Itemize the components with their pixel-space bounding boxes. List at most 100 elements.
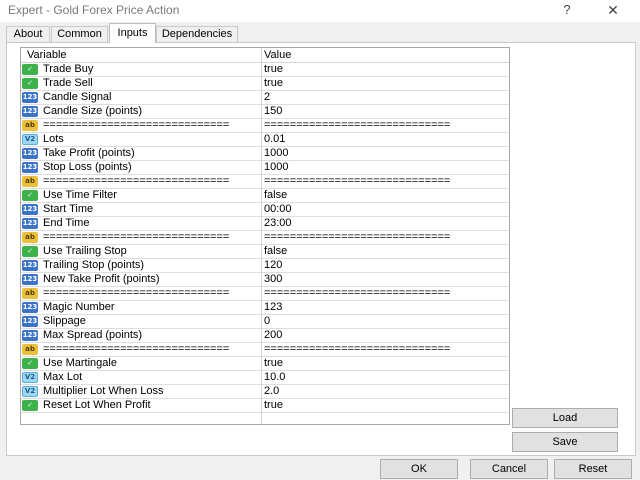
tab-inputs[interactable]: Inputs <box>109 23 156 43</box>
input-row[interactable]: ✓ Trade Sell true <box>21 77 509 91</box>
input-variable-name: End Time <box>43 217 90 229</box>
input-variable-name: Candle Size (points) <box>43 105 143 117</box>
input-value[interactable]: false <box>264 245 287 258</box>
input-value[interactable]: 0.01 <box>264 133 285 146</box>
cancel-button[interactable]: Cancel <box>470 459 548 479</box>
input-variable-name: Use Trailing Stop <box>43 245 127 257</box>
input-variable-name: New Take Profit (points) <box>43 273 160 285</box>
input-variable-name: ============================= <box>43 343 230 355</box>
input-row[interactable]: ab ============================= =========… <box>21 175 509 189</box>
title-bar: Expert - Gold Forex Price Action ? ✕ <box>0 0 640 22</box>
input-row[interactable]: ✓ Use Time Filter false <box>21 189 509 203</box>
input-row[interactable]: ✓ Trade Buy true <box>21 63 509 77</box>
bool-icon: ✓ <box>22 358 38 369</box>
input-row[interactable]: 123 Candle Signal 2 <box>21 91 509 105</box>
input-row[interactable]: V2 Lots 0.01 <box>21 133 509 147</box>
int-icon: 123 <box>22 162 38 173</box>
inputs-panel: Variable Value ✓ Trade Buy true ✓ Trade Sell… <box>6 42 636 456</box>
input-row[interactable]: 123 Slippage 0 <box>21 315 509 329</box>
input-variable-name: Candle Signal <box>43 91 112 103</box>
input-variable-name: ============================= <box>43 231 230 243</box>
tab-about[interactable]: About <box>6 26 50 42</box>
input-variable-name: Reset Lot When Profit <box>43 399 151 411</box>
input-row[interactable]: V2 Multiplier Lot When Loss 2.0 <box>21 385 509 399</box>
input-value[interactable]: true <box>264 63 283 76</box>
string-icon: ab <box>22 232 38 243</box>
input-row[interactable]: ab ============================= =========… <box>21 343 509 357</box>
input-variable-name: Lots <box>43 133 64 145</box>
input-value[interactable]: 00:00 <box>264 203 292 216</box>
input-value[interactable]: 2.0 <box>264 385 279 398</box>
input-row[interactable]: 123 Stop Loss (points) 1000 <box>21 161 509 175</box>
close-button[interactable]: ✕ <box>596 0 630 22</box>
input-value[interactable]: ============================= <box>264 231 450 244</box>
input-value[interactable]: 120 <box>264 259 282 272</box>
input-variable-name: Start Time <box>43 203 94 215</box>
string-icon: ab <box>22 176 38 187</box>
input-variable-name: ============================= <box>43 287 230 299</box>
tab-common[interactable]: Common <box>51 26 108 42</box>
input-row[interactable]: 123 Start Time 00:00 <box>21 203 509 217</box>
input-value[interactable]: true <box>264 399 283 412</box>
variable-column-header[interactable]: Variable <box>27 49 67 61</box>
input-variable-name: Max Lot <box>43 371 83 383</box>
string-icon: ab <box>22 288 38 299</box>
value-column-header[interactable]: Value <box>264 49 291 61</box>
input-value[interactable]: ============================= <box>264 343 450 356</box>
input-variable-name: ============================= <box>43 175 230 187</box>
tab-dependencies[interactable]: Dependencies <box>156 26 238 42</box>
input-row[interactable]: ✓ Reset Lot When Profit true <box>21 399 509 413</box>
input-value[interactable]: false <box>264 189 287 202</box>
input-value[interactable]: 200 <box>264 329 282 342</box>
input-value[interactable]: true <box>264 357 283 370</box>
input-row[interactable]: ab ============================= =========… <box>21 231 509 245</box>
input-row[interactable]: ab ============================= =========… <box>21 119 509 133</box>
input-value[interactable]: 2 <box>264 91 270 104</box>
input-row[interactable]: 123 Take Profit (points) 1000 <box>21 147 509 161</box>
input-value[interactable]: true <box>264 77 283 90</box>
input-variable-name: Magic Number <box>43 301 115 313</box>
int-icon: 123 <box>22 106 38 117</box>
ok-button[interactable]: OK <box>380 459 458 479</box>
input-value[interactable]: 300 <box>264 273 282 286</box>
input-variable-name: Take Profit (points) <box>43 147 135 159</box>
string-icon: ab <box>22 120 38 131</box>
int-icon: 123 <box>22 204 38 215</box>
input-value[interactable]: 123 <box>264 301 282 314</box>
input-value[interactable]: ============================= <box>264 175 450 188</box>
bool-icon: ✓ <box>22 246 38 257</box>
input-variable-name: Max Spread (points) <box>43 329 143 341</box>
help-button[interactable]: ? <box>550 0 584 22</box>
input-value[interactable]: 23:00 <box>264 217 292 230</box>
reset-button[interactable]: Reset <box>554 459 632 479</box>
string-icon: ab <box>22 344 38 355</box>
input-row[interactable]: 123 Trailing Stop (points) 120 <box>21 259 509 273</box>
save-button[interactable]: Save <box>512 432 618 452</box>
input-variable-name: Trailing Stop (points) <box>43 259 145 271</box>
input-variable-name: Stop Loss (points) <box>43 161 132 173</box>
input-value[interactable]: ============================= <box>264 119 450 132</box>
input-row[interactable]: 123 End Time 23:00 <box>21 217 509 231</box>
input-value[interactable]: ============================= <box>264 287 450 300</box>
input-row[interactable]: V2 Max Lot 10.0 <box>21 371 509 385</box>
input-row[interactable]: 123 Magic Number 123 <box>21 301 509 315</box>
input-value[interactable]: 150 <box>264 105 282 118</box>
input-value[interactable]: 1000 <box>264 161 288 174</box>
input-value[interactable]: 10.0 <box>264 371 285 384</box>
int-icon: 123 <box>22 330 38 341</box>
grid-rows: ✓ Trade Buy true ✓ Trade Sell true 123 Candle S… <box>21 63 509 413</box>
input-row[interactable]: ✓ Use Trailing Stop false <box>21 245 509 259</box>
input-variable-name: Slippage <box>43 315 86 327</box>
input-row[interactable]: ab ============================= =========… <box>21 287 509 301</box>
input-row[interactable]: 123 Max Spread (points) 200 <box>21 329 509 343</box>
input-row[interactable]: 123 New Take Profit (points) 300 <box>21 273 509 287</box>
bool-icon: ✓ <box>22 64 38 75</box>
input-row[interactable]: ✓ Use Martingale true <box>21 357 509 371</box>
load-button[interactable]: Load <box>512 408 618 428</box>
int-icon: 123 <box>22 148 38 159</box>
input-variable-name: Multiplier Lot When Loss <box>43 385 164 397</box>
input-value[interactable]: 0 <box>264 315 270 328</box>
input-value[interactable]: 1000 <box>264 147 288 160</box>
double-icon: V2 <box>22 372 38 383</box>
input-row[interactable]: 123 Candle Size (points) 150 <box>21 105 509 119</box>
